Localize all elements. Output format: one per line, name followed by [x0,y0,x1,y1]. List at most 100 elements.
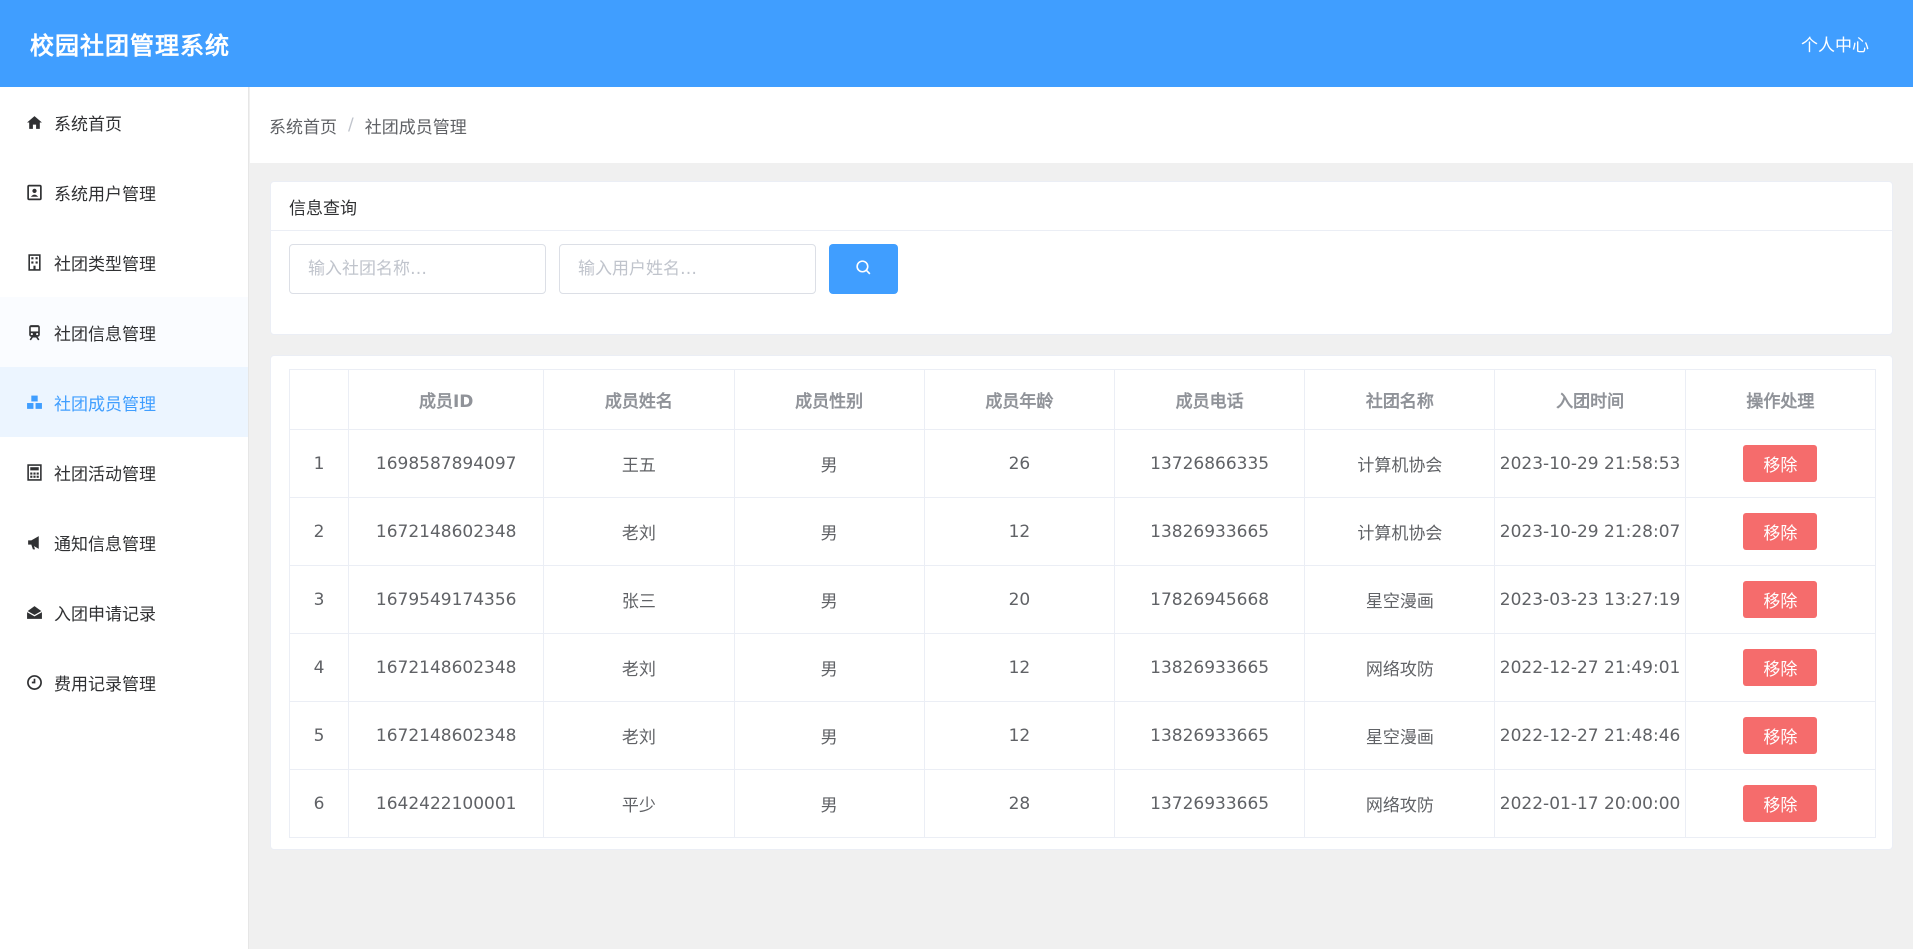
cell-gender: 男 [733,701,925,770]
column-header-member-name: 成员姓名 [543,369,735,430]
cell-join-time: 2023-10-29 21:58:53 [1494,429,1686,498]
column-header-gender: 成员性别 [733,369,925,430]
cell-age: 12 [923,497,1116,566]
cell-actions: 移除 [1684,769,1877,838]
cell-index: 4 [288,633,350,702]
remove-button[interactable]: 移除 [1743,513,1818,550]
cell-index: 2 [288,497,350,566]
sidebar-item-label: 社团成员管理 [54,394,156,415]
table-row: 6 1642422100001 平少 男 28 13726933665 网络攻防… [288,769,1877,838]
table-row: 5 1672148602348 老刘 男 12 13826933665 星空漫画… [288,701,1877,770]
train-icon [24,322,44,342]
column-header-club-name: 社团名称 [1304,369,1496,430]
cell-age: 12 [923,701,1116,770]
cell-phone: 17826945668 [1113,565,1306,634]
main-content: 系统首页 / 社团成员管理 信息查询 成员ID [250,87,1913,949]
remove-button[interactable]: 移除 [1743,445,1818,482]
cell-age: 12 [923,633,1116,702]
user-card-icon [24,182,44,202]
cell-member-id: 1679549174356 [348,565,545,634]
home-icon [24,112,44,132]
members-table: 成员ID 成员姓名 成员性别 成员年龄 成员电话 社团名称 入团时间 操作处理 … [288,369,1877,838]
cell-actions: 移除 [1684,497,1877,566]
sidebar: 系统首页 系统用户管理 社团类型管理 社团信息管理 社团成员管理 社团活动管理 [0,87,249,949]
breadcrumb-separator: / [348,115,354,135]
column-header-age: 成员年龄 [923,369,1116,430]
cell-actions: 移除 [1684,701,1877,770]
cell-member-id: 1642422100001 [348,769,545,838]
table-row: 3 1679549174356 张三 男 20 17826945668 星空漫画… [288,565,1877,634]
sidebar-item-label: 通知信息管理 [54,534,156,555]
breadcrumb-home[interactable]: 系统首页 [269,113,337,138]
remove-button[interactable]: 移除 [1743,717,1818,754]
cubes-icon [24,392,44,412]
cell-member-id: 1672148602348 [348,497,545,566]
cell-index: 3 [288,565,350,634]
cell-phone: 13726866335 [1113,429,1306,498]
cell-phone: 13826933665 [1113,633,1306,702]
cell-phone: 13826933665 [1113,497,1306,566]
sidebar-item-label: 系统首页 [54,114,122,135]
remove-button[interactable]: 移除 [1743,649,1818,686]
club-name-input[interactable] [289,244,546,294]
bullhorn-icon [24,532,44,552]
sidebar-item-label: 社团活动管理 [54,464,156,485]
column-header-actions: 操作处理 [1684,369,1877,430]
column-header-join-time: 入团时间 [1494,369,1686,430]
cell-phone: 13826933665 [1113,701,1306,770]
column-header-member-id: 成员ID [348,369,545,430]
breadcrumb-current: 社团成员管理 [364,117,467,138]
cell-phone: 13726933665 [1113,769,1306,838]
breadcrumb: 系统首页 / 社团成员管理 [250,87,1913,163]
sidebar-item-join-applications[interactable]: 入团申请记录 [0,577,248,647]
column-header-phone: 成员电话 [1113,369,1306,430]
user-name-input[interactable] [559,244,816,294]
sidebar-item-label: 社团信息管理 [54,324,156,345]
cell-index: 1 [288,429,350,498]
cell-member-name: 张三 [543,565,735,634]
sidebar-item-label: 入团申请记录 [54,604,156,625]
sidebar-item-system-users[interactable]: 系统用户管理 [0,157,248,227]
top-header: 校园社团管理系统 个人中心 [0,0,1913,87]
calculator-icon [24,462,44,482]
sidebar-item-home[interactable]: 系统首页 [0,87,248,157]
cell-member-name: 老刘 [543,701,735,770]
table-row: 2 1672148602348 老刘 男 12 13826933665 计算机协… [288,497,1877,566]
sidebar-item-fee-records[interactable]: 费用记录管理 [0,647,248,717]
sidebar-item-club-info[interactable]: 社团信息管理 [0,297,248,367]
cell-member-id: 1672148602348 [348,701,545,770]
sidebar-item-label: 费用记录管理 [54,674,156,695]
query-card: 信息查询 [270,181,1893,335]
table-row: 1 1698587894097 王五 男 26 13726866335 计算机协… [288,429,1877,498]
cell-join-time: 2022-12-27 21:49:01 [1494,633,1686,702]
cell-member-name: 王五 [543,429,735,498]
remove-button[interactable]: 移除 [1743,785,1818,822]
search-button[interactable] [829,244,898,294]
cell-actions: 移除 [1684,565,1877,634]
building-icon [24,252,44,272]
app-title: 校园社团管理系统 [30,32,230,60]
sidebar-item-notices[interactable]: 通知信息管理 [0,507,248,577]
cell-member-name: 平少 [543,769,735,838]
cell-join-time: 2022-12-27 21:48:46 [1494,701,1686,770]
cell-join-time: 2022-01-17 20:00:00 [1494,769,1686,838]
table-header-row: 成员ID 成员姓名 成员性别 成员年龄 成员电话 社团名称 入团时间 操作处理 [288,369,1877,430]
cell-club-name: 网络攻防 [1304,769,1496,838]
cell-age: 26 [923,429,1116,498]
sidebar-item-club-activities[interactable]: 社团活动管理 [0,437,248,507]
sidebar-item-club-types[interactable]: 社团类型管理 [0,227,248,297]
cell-club-name: 网络攻防 [1304,633,1496,702]
column-header-index [288,369,350,430]
cell-member-id: 1698587894097 [348,429,545,498]
cell-age: 28 [923,769,1116,838]
cell-club-name: 星空漫画 [1304,565,1496,634]
search-icon [855,259,872,279]
user-center-link[interactable]: 个人中心 [1801,31,1869,56]
sidebar-item-club-members[interactable]: 社团成员管理 [0,367,248,437]
cell-gender: 男 [733,633,925,702]
cell-gender: 男 [733,429,925,498]
cell-index: 6 [288,769,350,838]
cell-join-time: 2023-10-29 21:28:07 [1494,497,1686,566]
remove-button[interactable]: 移除 [1743,581,1818,618]
cell-age: 20 [923,565,1116,634]
